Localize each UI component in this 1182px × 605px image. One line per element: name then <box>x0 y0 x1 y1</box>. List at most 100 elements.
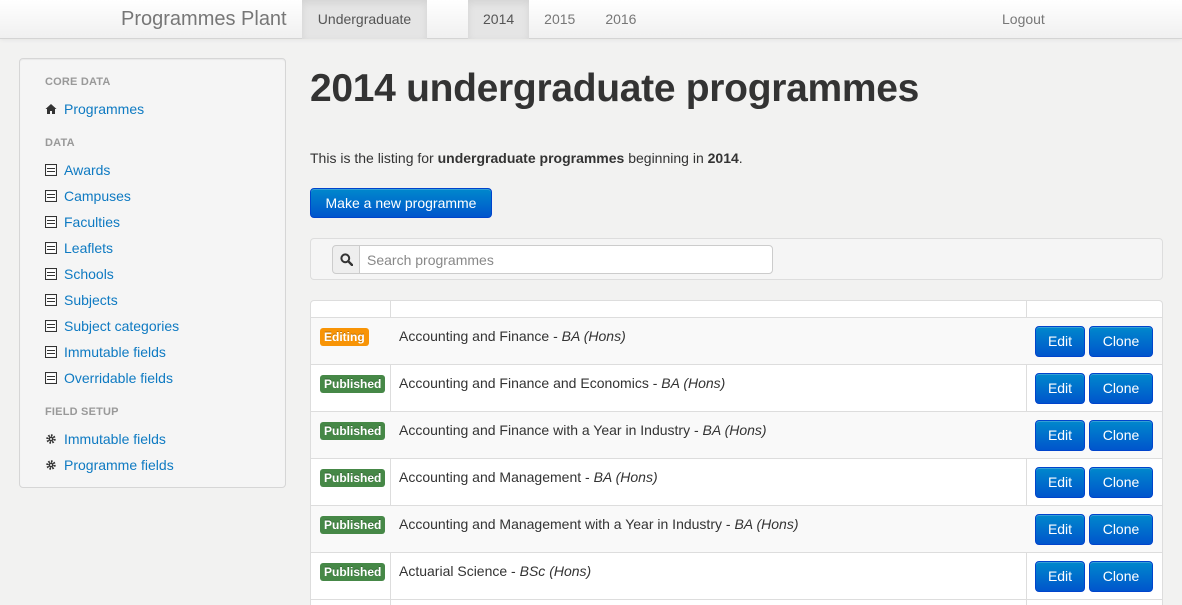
search-bar <box>310 238 1163 280</box>
list-icon <box>45 216 57 228</box>
programme-award: BA (Hons) <box>593 469 658 485</box>
programme-title: Accounting and Management with a Year in… <box>399 516 799 532</box>
cog-icon <box>45 433 57 445</box>
programme-name: Actuarial Science <box>399 563 508 579</box>
table-header <box>311 301 1162 318</box>
intro-year: 2014 <box>707 150 739 166</box>
edit-button[interactable]: Edit <box>1035 514 1085 545</box>
sidebar-header-core-data: CORE DATA <box>45 76 111 88</box>
sidebar-item-campuses[interactable]: Campuses <box>45 186 131 206</box>
title-separator: - <box>581 469 594 485</box>
sidebar-item-label: Subjects <box>64 292 118 308</box>
table-row: Published Accounting and Finance and Eco… <box>311 365 1162 412</box>
programme-title: Accounting and Finance and Economics - B… <box>399 375 725 391</box>
intro-middle: beginning in <box>624 150 708 166</box>
title-separator: - <box>549 328 562 344</box>
intro-text: This is the listing for undergraduate pr… <box>310 150 743 166</box>
year-nav: 2014 2015 2016 <box>468 0 651 39</box>
list-icon <box>45 346 57 358</box>
title-separator: - <box>690 422 703 438</box>
nav-year-2015[interactable]: 2015 <box>529 0 590 39</box>
sidebar-item-leaflets[interactable]: Leaflets <box>45 238 113 258</box>
intro-prefix: This is the listing for <box>310 150 438 166</box>
search-input[interactable] <box>359 245 773 274</box>
list-icon <box>45 190 57 202</box>
programme-title: Accounting and Management - BA (Hons) <box>399 469 658 485</box>
programme-award: BA (Hons) <box>702 422 767 438</box>
sidebar-item-label: Leaflets <box>64 240 114 256</box>
title-separator: - <box>507 563 520 579</box>
clone-button[interactable]: Clone <box>1089 467 1153 498</box>
title-separator: - <box>648 375 662 391</box>
edit-button[interactable]: Edit <box>1035 561 1085 592</box>
programme-name: Accounting and Finance <box>399 328 550 344</box>
sidebar-item-label: Immutable fields <box>64 431 166 447</box>
programme-name: Accounting and Finance and Economics <box>399 375 649 391</box>
new-programme-button[interactable]: Make a new programme <box>310 188 492 218</box>
edit-button[interactable]: Edit <box>1035 326 1085 357</box>
table-row: Published Accounting and Management - BA… <box>311 459 1162 506</box>
table-row: Editing Accounting and Finance - BA (Hon… <box>311 318 1162 365</box>
nav-level-undergraduate[interactable]: Undergraduate <box>302 0 427 39</box>
status-badge: Published <box>320 422 386 440</box>
sidebar-item-overridable-fields[interactable]: Overridable fields <box>45 368 173 388</box>
status-badge: Published <box>320 516 386 534</box>
search-icon[interactable] <box>332 245 360 274</box>
sidebar-item-label: Faculties <box>64 214 121 230</box>
sidebar-item-schools[interactable]: Schools <box>45 264 114 284</box>
status-badge: Published <box>320 375 386 393</box>
clone-button[interactable]: Clone <box>1089 326 1153 357</box>
brand-logo[interactable]: Programmes Plant <box>121 8 287 31</box>
programme-title: Accounting and Finance with a Year in In… <box>399 422 767 438</box>
status-badge: Published <box>320 469 386 487</box>
title-separator: - <box>721 516 735 532</box>
list-icon <box>45 372 57 384</box>
page-title: 2014 undergraduate programmes <box>310 67 920 110</box>
list-icon <box>45 164 57 176</box>
programmes-table: Editing Accounting and Finance - BA (Hon… <box>310 300 1163 605</box>
sidebar-item-label: Programme fields <box>64 457 174 473</box>
sidebar-item-label: Schools <box>64 266 114 282</box>
programme-award: BA (Hons) <box>734 516 799 532</box>
clone-button[interactable]: Clone <box>1089 373 1153 404</box>
table-row: Published Accounting and Management with… <box>311 506 1162 553</box>
programme-award: BA (Hons) <box>661 375 726 391</box>
sidebar-item-faculties[interactable]: Faculties <box>45 212 120 232</box>
sidebar-item-immutable-fields-setup[interactable]: Immutable fields <box>45 429 166 449</box>
edit-button[interactable]: Edit <box>1035 420 1085 451</box>
programme-name: Accounting and Management <box>399 469 582 485</box>
intro-suffix: . <box>738 150 743 166</box>
table-row: Published Actuarial Science - BSc (Hons)… <box>311 553 1162 600</box>
cog-icon <box>45 459 57 471</box>
sidebar-item-programmes[interactable]: Programmes <box>45 99 144 119</box>
logout-link[interactable]: Logout <box>1002 0 1045 39</box>
sidebar-item-label: Awards <box>64 162 111 178</box>
list-icon <box>45 268 57 280</box>
programme-title: Accounting and Finance - BA (Hons) <box>399 328 626 344</box>
sidebar-item-subject-categories[interactable]: Subject categories <box>45 316 179 336</box>
status-badge: Published <box>320 563 386 581</box>
top-navbar: Programmes Plant Undergraduate 2014 2015… <box>0 0 1182 39</box>
sidebar-item-programme-fields[interactable]: Programme fields <box>45 455 174 475</box>
sidebar-item-immutable-fields-data[interactable]: Immutable fields <box>45 342 166 362</box>
nav-year-2014[interactable]: 2014 <box>468 0 530 39</box>
sidebar-item-label: Immutable fields <box>64 344 166 360</box>
programme-award: BSc (Hons) <box>519 563 592 579</box>
clone-button[interactable]: Clone <box>1089 420 1153 451</box>
sidebar-item-subjects[interactable]: Subjects <box>45 290 118 310</box>
clone-button[interactable]: Clone <box>1089 514 1153 545</box>
clone-button[interactable]: Clone <box>1089 561 1153 592</box>
sidebar-item-label: Overridable fields <box>64 370 173 386</box>
sidebar-item-label: Subject categories <box>64 318 180 334</box>
sidebar-item-awards[interactable]: Awards <box>45 160 110 180</box>
list-icon <box>45 242 57 254</box>
edit-button[interactable]: Edit <box>1035 373 1085 404</box>
programme-title: Actuarial Science - BSc (Hons) <box>399 563 591 579</box>
table-row: Published Accounting and Finance with a … <box>311 412 1162 459</box>
sidebar-item-label: Programmes <box>64 101 145 117</box>
sidebar-header-data: DATA <box>45 137 75 149</box>
intro-level: undergraduate programmes <box>437 150 625 166</box>
nav-year-2016[interactable]: 2016 <box>590 0 651 39</box>
edit-button[interactable]: Edit <box>1035 467 1085 498</box>
sidebar-item-label: Campuses <box>64 188 131 204</box>
